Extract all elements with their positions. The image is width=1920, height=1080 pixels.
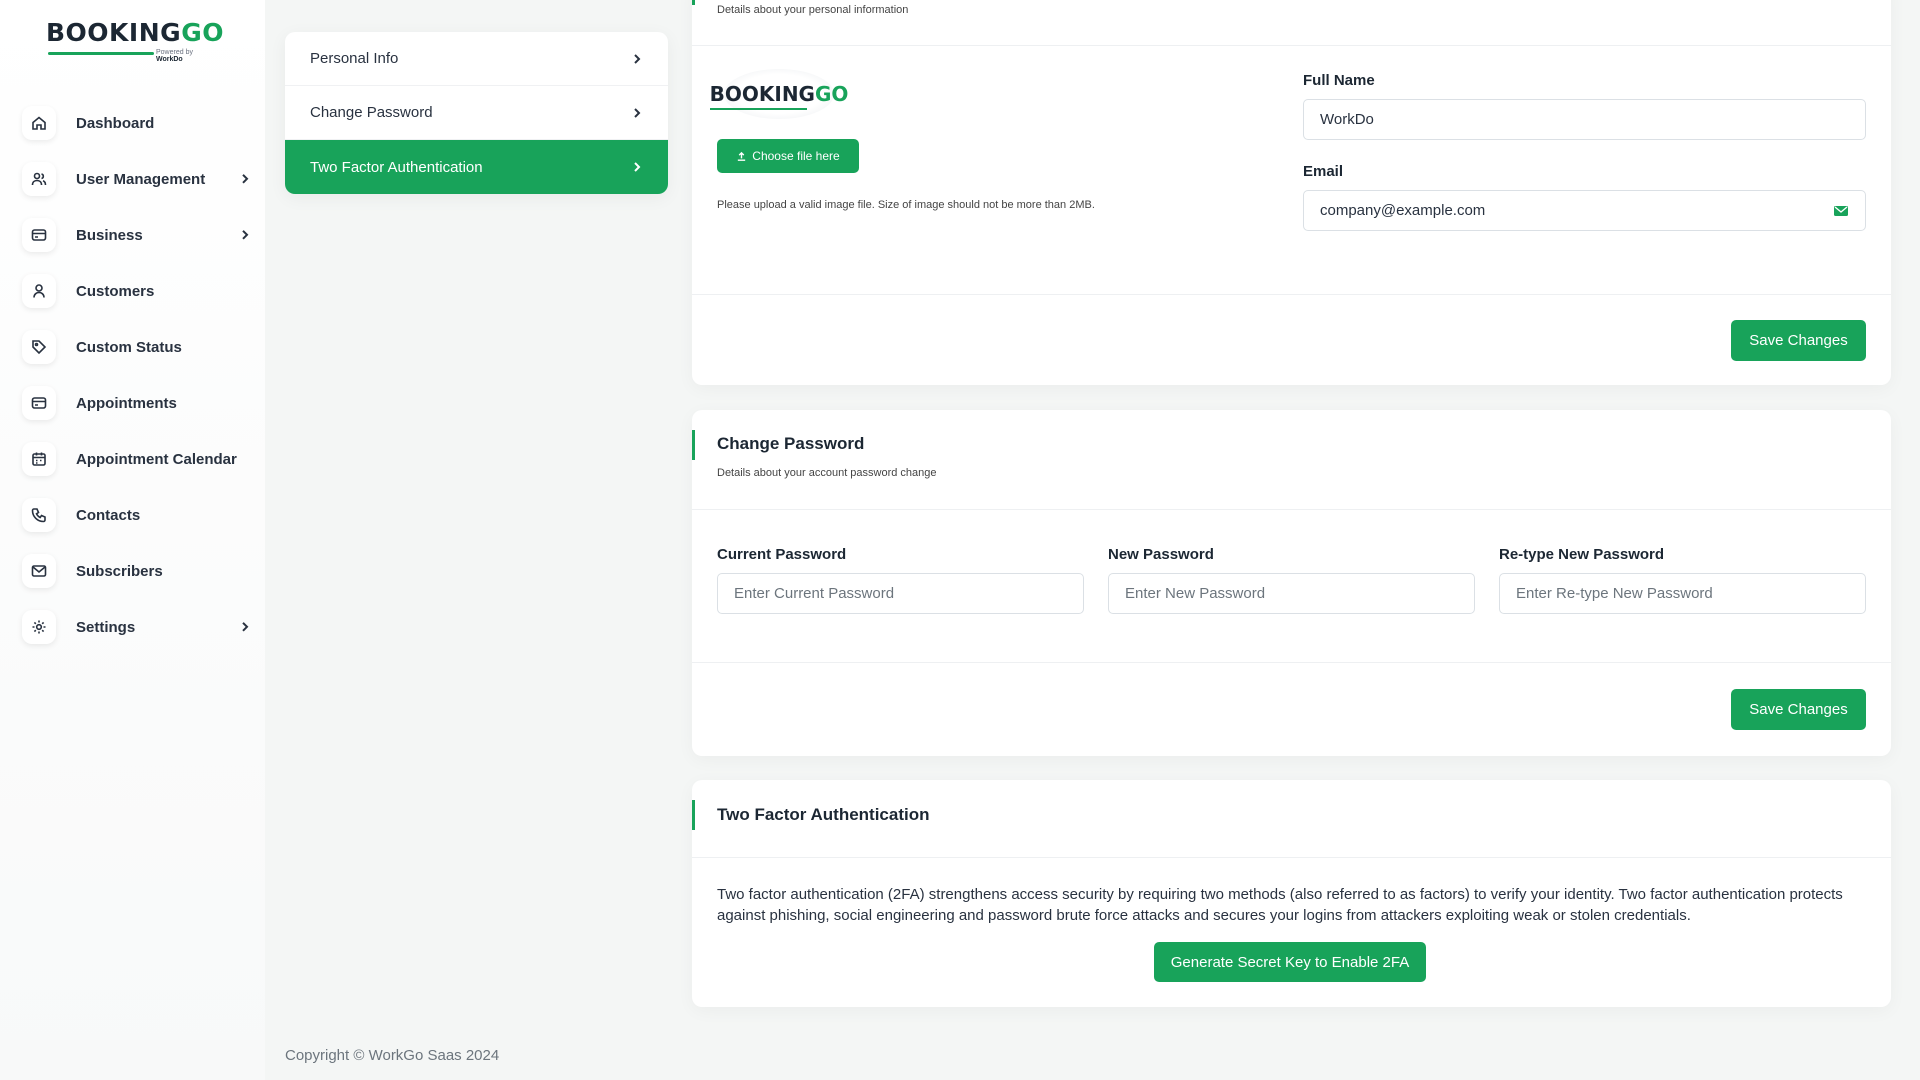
card-icon bbox=[22, 218, 56, 252]
card-accent-bar bbox=[692, 800, 695, 830]
sidebar-item-label: Subscribers bbox=[76, 562, 163, 580]
logo-powered-by: Powered by bbox=[156, 49, 193, 56]
divider bbox=[692, 857, 1891, 858]
full-name-label: Full Name bbox=[1303, 72, 1375, 89]
sidebar-item-appointments[interactable]: Appointments bbox=[22, 375, 242, 431]
full-name-input[interactable] bbox=[1303, 99, 1866, 140]
choose-file-button[interactable]: Choose file here bbox=[717, 139, 859, 173]
settings-menu-label: Change Password bbox=[310, 104, 433, 121]
settings-menu-label: Two Factor Authentication bbox=[310, 158, 483, 176]
retype-password-input[interactable] bbox=[1499, 573, 1866, 614]
email-value: company@example.com bbox=[1320, 202, 1486, 219]
avatar-logo-accent: GO bbox=[814, 82, 849, 106]
chevron-right-icon bbox=[239, 228, 251, 246]
settings-menu-change-password[interactable]: Change Password bbox=[285, 86, 668, 140]
phone-icon bbox=[22, 498, 56, 532]
choose-file-label: Choose file here bbox=[752, 149, 840, 163]
sidebar: BOOKINGGO Powered by WorkDo Dashboard Us… bbox=[0, 0, 265, 1080]
settings-menu-two-factor[interactable]: Two Factor Authentication bbox=[285, 140, 668, 194]
settings-menu-personal-info[interactable]: Personal Info bbox=[285, 32, 668, 86]
chevron-right-icon bbox=[634, 107, 641, 118]
logo-powered-brand: WorkDo bbox=[156, 56, 183, 63]
sidebar-item-label: User Management bbox=[76, 170, 206, 188]
gear-icon bbox=[22, 610, 56, 644]
sidebar-item-label: Settings bbox=[76, 618, 136, 636]
calendar-icon bbox=[22, 442, 56, 476]
tag-icon bbox=[22, 330, 56, 364]
divider bbox=[692, 45, 1891, 46]
change-password-subtitle: Details about your account password chan… bbox=[717, 467, 937, 479]
save-personal-info-button[interactable]: Save Changes bbox=[1731, 320, 1866, 361]
two-factor-title: Two Factor Authentication bbox=[717, 805, 930, 824]
sidebar-item-label: Customers bbox=[76, 282, 155, 300]
chevron-right-icon bbox=[634, 162, 641, 172]
footer-copyright: Copyright © WorkGo Saas 2024 bbox=[285, 1047, 500, 1064]
chevron-right-icon bbox=[239, 620, 251, 638]
sidebar-item-business[interactable]: Business bbox=[22, 207, 249, 263]
sidebar-item-label: Appointments bbox=[76, 394, 177, 412]
logo-text-main: BOOKING bbox=[46, 18, 182, 47]
new-password-group: New Password bbox=[1108, 546, 1475, 614]
sidebar-item-custom-status[interactable]: Custom Status bbox=[22, 319, 242, 375]
current-password-input[interactable] bbox=[717, 573, 1084, 614]
card-icon bbox=[22, 386, 56, 420]
divider bbox=[692, 662, 1891, 663]
sidebar-item-label: Custom Status bbox=[76, 338, 182, 356]
current-password-group: Current Password bbox=[717, 546, 1084, 614]
sidebar-item-dashboard[interactable]: Dashboard bbox=[22, 95, 242, 151]
sidebar-item-settings[interactable]: Settings bbox=[22, 599, 249, 655]
personal-info-subtitle: Details about your personal information bbox=[717, 4, 909, 16]
sidebar-item-label: Business bbox=[76, 226, 143, 244]
sidebar-item-contacts[interactable]: Contacts bbox=[22, 487, 242, 543]
sidebar-item-label: Contacts bbox=[76, 506, 141, 524]
retype-password-group: Re-type New Password bbox=[1499, 546, 1866, 614]
email-input[interactable]: company@example.com bbox=[1303, 190, 1866, 231]
personal-info-card: Details about your personal information … bbox=[692, 0, 1891, 385]
divider bbox=[692, 294, 1891, 295]
generate-2fa-key-button[interactable]: Generate Secret Key to Enable 2FA bbox=[1154, 942, 1426, 982]
two-factor-description: Two factor authentication (2FA) strength… bbox=[717, 886, 1843, 924]
sidebar-item-subscribers[interactable]: Subscribers bbox=[22, 543, 242, 599]
sidebar-item-user-management[interactable]: User Management bbox=[22, 151, 249, 207]
change-password-title: Change Password bbox=[717, 434, 865, 453]
divider bbox=[692, 509, 1891, 510]
users-icon bbox=[22, 162, 56, 196]
avatar: BOOKINGGO bbox=[709, 69, 848, 119]
settings-menu-label: Personal Info bbox=[310, 50, 399, 67]
sidebar-item-appointment-calendar[interactable]: Appointment Calendar bbox=[22, 431, 242, 487]
avatar-logo-text: BOOKING bbox=[709, 82, 815, 106]
email-verified-icon bbox=[1834, 205, 1848, 216]
user-icon bbox=[22, 274, 56, 308]
logo-text-accent: GO bbox=[181, 18, 224, 47]
card-accent-bar bbox=[692, 430, 695, 460]
current-password-label: Current Password bbox=[717, 546, 847, 563]
mail-icon bbox=[22, 554, 56, 588]
sidebar-item-label: Appointment Calendar bbox=[76, 450, 237, 468]
chevron-right-icon bbox=[634, 53, 641, 64]
two-factor-card: Two Factor Authentication Two factor aut… bbox=[692, 780, 1891, 1007]
upload-icon bbox=[738, 151, 746, 161]
retype-password-label: Re-type New Password bbox=[1499, 546, 1665, 563]
brand-logo[interactable]: BOOKINGGO Powered by WorkDo bbox=[46, 18, 223, 63]
logo-underline bbox=[48, 52, 154, 55]
save-password-button[interactable]: Save Changes bbox=[1731, 689, 1866, 730]
email-label: Email bbox=[1303, 163, 1344, 180]
chevron-right-icon bbox=[239, 172, 251, 190]
sidebar-nav: Dashboard User Management Business Custo… bbox=[22, 95, 249, 655]
sidebar-item-label: Dashboard bbox=[76, 114, 155, 132]
sidebar-item-customers[interactable]: Customers bbox=[22, 263, 242, 319]
card-accent-bar bbox=[692, 0, 695, 5]
new-password-label: New Password bbox=[1108, 546, 1214, 563]
change-password-card: Change Password Details about your accou… bbox=[692, 410, 1891, 756]
email-group: Email company@example.com bbox=[1303, 163, 1866, 231]
home-icon bbox=[22, 106, 56, 140]
full-name-group: Full Name bbox=[1303, 72, 1866, 140]
upload-hint: Please upload a valid image file. Size o… bbox=[717, 199, 1095, 211]
new-password-input[interactable] bbox=[1108, 573, 1475, 614]
settings-menu: Personal Info Change Password Two Factor… bbox=[285, 32, 668, 194]
